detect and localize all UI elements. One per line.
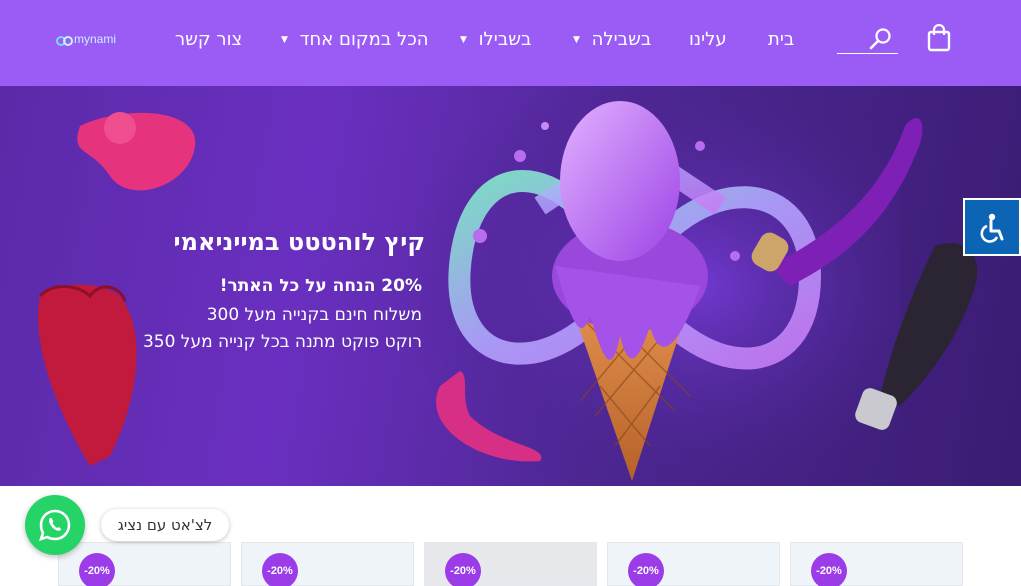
nav-item-for-her[interactable]: בשבילה ▼ (573, 28, 651, 52)
nav-label: עלינו (689, 29, 727, 50)
logo-mark-icon (56, 36, 73, 46)
nav-item-about[interactable]: עלינו (689, 28, 727, 52)
nav-label: בשבילה (591, 29, 652, 50)
search-icon (869, 28, 891, 50)
hero-artwork (38, 86, 978, 486)
nav-label: בית (768, 29, 795, 50)
nav-label: הכל במקום אחד (299, 29, 429, 50)
discount-badge: -20% (811, 553, 847, 586)
whatsapp-chat-label[interactable]: לצ'אט עם נציג (101, 509, 229, 541)
search-input[interactable] (837, 22, 898, 54)
hero-line-gift: רוקט פוקט מתנה בכל קנייה מעל 350 (142, 332, 422, 352)
nav-item-all-in-one[interactable]: הכל במקום אחד ▼ (281, 28, 428, 52)
nav-item-home[interactable]: בית (768, 28, 794, 52)
nav-label: בשבילו (478, 29, 532, 50)
nav-label: צור קשר (175, 29, 243, 50)
hero-line-discount: 20% הנחה על כל האתר! (219, 276, 422, 296)
chevron-down-icon: ▼ (281, 35, 288, 45)
chevron-down-icon: ▼ (460, 35, 467, 45)
nav-item-contact[interactable]: צור קשר (175, 28, 242, 52)
discount-badge: -20% (628, 553, 664, 586)
logo-text: mynami (74, 32, 117, 46)
discount-badge: -20% (445, 553, 481, 586)
whatsapp-icon (38, 509, 71, 542)
hero-banner[interactable]: קיץ לוהטטט במייניאמי 20% הנחה על כל האתר… (0, 86, 1021, 486)
site-header: בית עלינו בשבילה ▼ בשבילו ▼ הכל במקום אח… (0, 0, 1021, 86)
discount-badge: -20% (79, 553, 115, 586)
cart-button[interactable] (926, 23, 952, 52)
product-card[interactable]: -20% (607, 542, 780, 586)
chevron-down-icon: ▼ (573, 35, 580, 45)
site-logo[interactable]: mynami (56, 30, 126, 50)
product-card[interactable]: -20% (58, 542, 231, 586)
product-card[interactable]: -20% (241, 542, 414, 586)
shopping-bag-icon (927, 23, 951, 52)
hero-line-shipping: משלוח חינם בקנייה מעל 300 (206, 305, 422, 325)
wheelchair-icon (980, 213, 1004, 243)
product-card[interactable]: -20% (790, 542, 963, 586)
discount-badge: -20% (262, 553, 298, 586)
product-card[interactable]: -20% (424, 542, 597, 586)
nav-item-for-him[interactable]: בשבילו ▼ (460, 28, 531, 52)
whatsapp-button[interactable] (25, 495, 85, 555)
accessibility-button[interactable] (963, 198, 1021, 256)
hero-title: קיץ לוהטטט במייניאמי (173, 228, 425, 256)
